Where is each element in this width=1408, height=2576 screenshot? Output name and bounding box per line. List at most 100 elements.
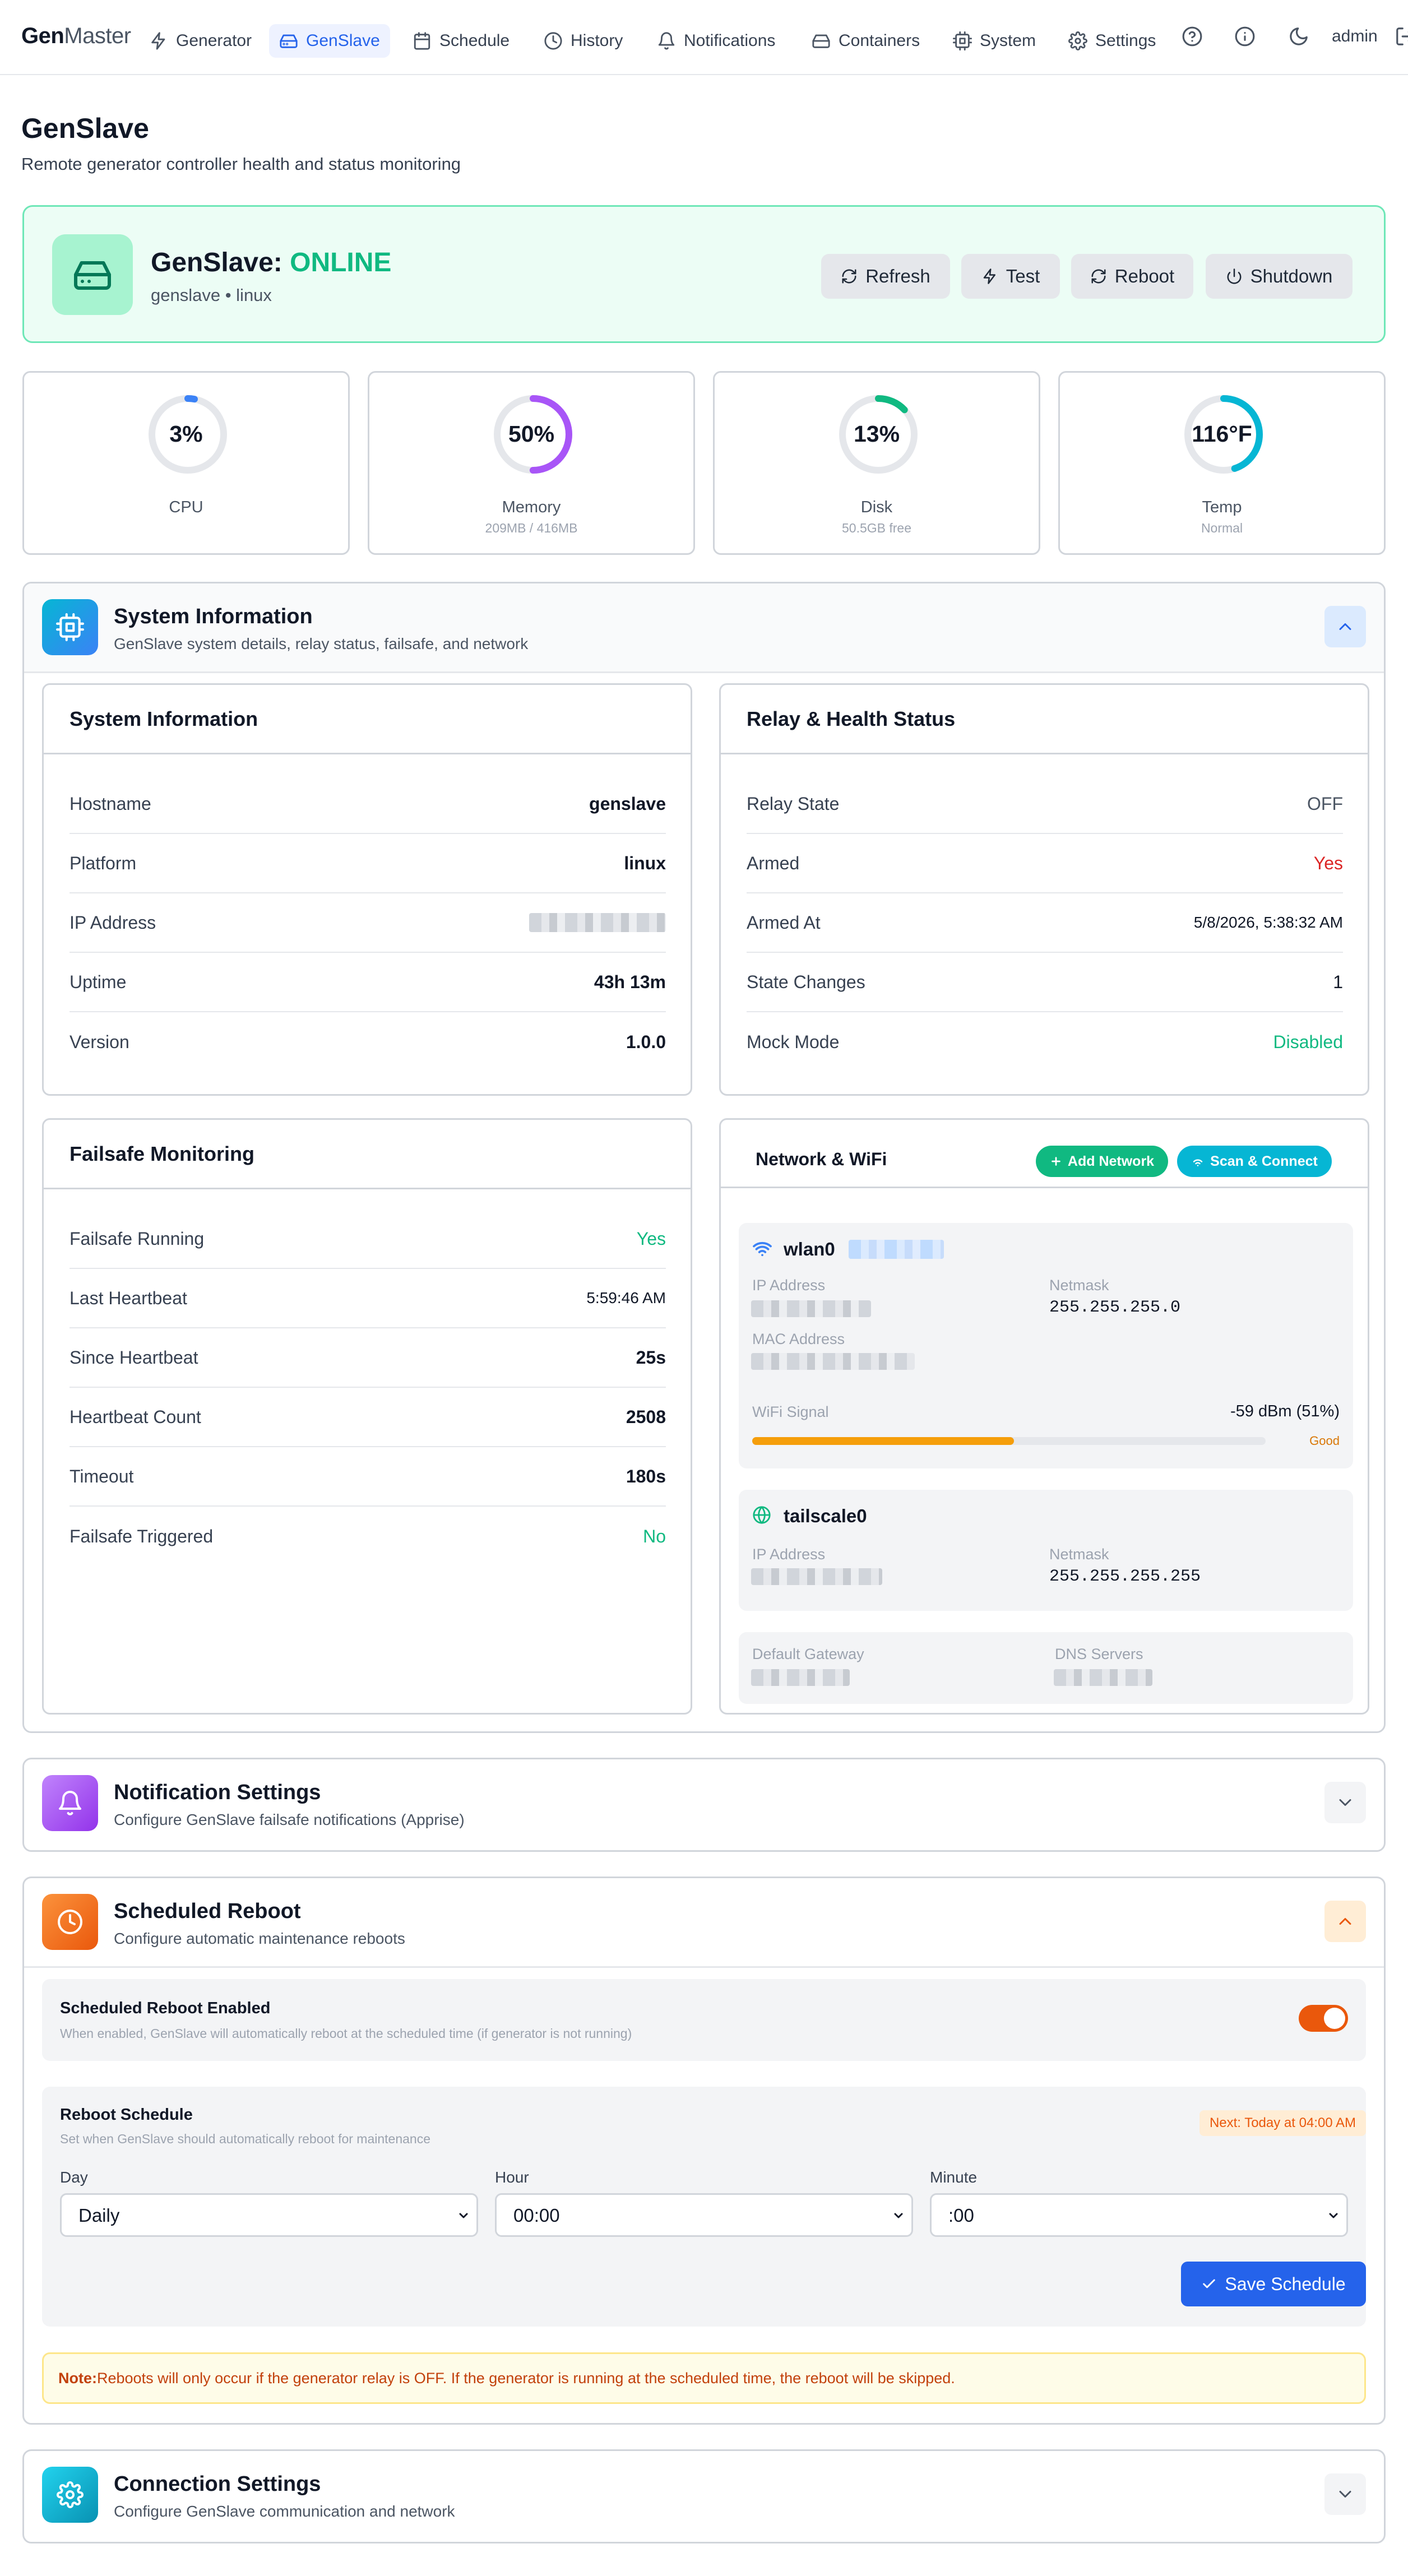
nav-item-schedule[interactable]: Schedule [402,24,520,58]
section-title: Connection Settings [114,2472,321,2496]
nav-item-generator[interactable]: Generator [139,24,262,58]
nav-item-containers[interactable]: Containers [802,24,930,58]
gear-icon-box [42,2467,98,2523]
scan-connect-button[interactable]: Scan & Connect [1177,1146,1332,1177]
signal-quality: Good [1309,1434,1340,1448]
logout-icon[interactable] [1395,26,1408,47]
card-title: Relay & Health Status [747,707,956,730]
scheduled-reboot-section: Scheduled Reboot Configure automatic mai… [22,1877,1386,2425]
minute-select[interactable]: :00 [930,2193,1348,2237]
signal-bar-fill [752,1437,1015,1445]
clock-icon [58,1910,82,1934]
gateway-redacted [751,1669,850,1686]
collapse-button[interactable] [1324,606,1366,647]
reboot-button[interactable]: Reboot [1071,254,1193,299]
system-section-header[interactable]: System Information GenSlave system detai… [24,583,1384,673]
cpu-value: 3% [169,421,203,447]
notification-settings-section: Notification Settings Configure GenSlave… [22,1758,1386,1852]
collapse-button[interactable] [1324,1901,1366,1942]
failsafe-triggered-value: No [643,1526,666,1546]
signal-bar-track [752,1437,1266,1445]
uptime-row: Uptime 43h 13m [70,953,666,1012]
wifi-signal-value: -59 dBm (51%) [1230,1402,1340,1420]
section-title: Scheduled Reboot [114,1899,301,1923]
nav-item-history[interactable]: History [534,24,633,58]
minute-label: Minute [930,2169,978,2186]
status-icon-box [52,234,133,315]
disk-sub: 50.5GB free [841,521,912,535]
wifi-icon [753,1241,772,1257]
day-select[interactable]: Daily [60,2193,478,2237]
mac-address-redacted [751,1353,915,1370]
expand-button[interactable] [1324,2473,1366,2515]
bell-icon [59,1791,81,1815]
heartbeat-count-row: Heartbeat Count 2508 [70,1388,666,1447]
help-icon[interactable] [1182,26,1203,47]
connection-settings-section: Connection Settings Configure GenSlave c… [22,2449,1386,2543]
hour-label: Hour [495,2169,529,2186]
tailscale0-interface: tailscale0 IP Address Netmask 255.255.25… [739,1490,1353,1611]
plus-icon [1052,1157,1060,1166]
dark-mode-icon[interactable] [1288,26,1309,47]
reboot-enabled-toggle[interactable] [1299,2005,1348,2032]
test-button[interactable]: Test [961,254,1060,299]
tailscale-netmask: 255.255.255.255 [1049,1567,1201,1586]
chevron-up-icon [1339,623,1351,630]
temp-sub: Normal [1201,521,1243,535]
save-schedule-button[interactable]: Save Schedule [1181,2262,1366,2306]
server-icon [812,34,830,48]
cpu-icon-box [42,599,98,655]
section-subtitle: GenSlave system details, relay status, f… [114,635,529,652]
relay-health-card: Relay & Health Status Relay State OFF Arm… [719,683,1369,1096]
reboot-section-header[interactable]: Scheduled Reboot Configure automatic mai… [24,1878,1384,1968]
reboot-enabled-title: Scheduled Reboot Enabled [60,1999,271,2017]
info-icon[interactable] [1234,26,1256,47]
reboot-note: Note: Reboots will only occur if the gen… [42,2352,1366,2404]
since-heartbeat-row: Since Heartbeat 25s [70,1328,666,1388]
nav-item-system[interactable]: System [943,24,1046,58]
bolt-icon [151,32,165,50]
section-subtitle: Configure GenSlave failsafe notification… [114,1811,465,1828]
system-information-section: System Information GenSlave system detai… [22,582,1386,1733]
failsafe-running-row: Failsafe Running Yes [70,1210,666,1269]
armed-row: Armed Yes [747,834,1343,893]
refresh-icon [1091,269,1106,284]
status-card: GenSlave: ONLINE genslave • linux Refres… [22,205,1386,343]
dns-redacted [1054,1669,1152,1686]
interface-name: wlan0 [784,1239,835,1259]
check-icon [1203,2279,1216,2288]
shutdown-button[interactable]: Shutdown [1206,254,1353,299]
hour-select[interactable]: 00:00 [495,2193,913,2237]
drive-icon [280,34,298,48]
reboot-enabled-box: Scheduled Reboot Enabled When enabled, G… [42,1979,1366,2061]
chevron-down-icon [1339,1799,1351,1806]
expand-button[interactable] [1324,1782,1366,1823]
gear-icon [1068,31,1087,50]
uptime-value: 43h 13m [594,971,666,992]
mock-mode-value: Disabled [1273,1031,1343,1052]
nav-item-notifications[interactable]: Notifications [647,24,785,58]
connection-section-header[interactable]: Connection Settings Configure GenSlave c… [24,2451,1384,2541]
bell-icon [658,32,675,50]
system-info-card: System Information Hostname genslave Plat… [42,683,692,1096]
chevron-down-icon [1329,2213,1338,2218]
user-name[interactable]: admin [1332,27,1378,46]
page-title: GenSlave [21,113,149,144]
state-changes-value: 1 [1333,971,1343,992]
nav-item-genslave[interactable]: GenSlave [269,24,390,58]
refresh-button[interactable]: Refresh [821,254,950,299]
wifi-icon [1193,1159,1203,1166]
section-subtitle: Configure automatic maintenance reboots [114,1930,405,1947]
nav-item-settings[interactable]: Settings [1058,24,1166,58]
disk-value: 13% [853,421,900,447]
card-title: Failsafe Monitoring [70,1142,255,1165]
chevron-down-icon [459,2213,468,2218]
interface-name: tailscale0 [784,1505,867,1526]
cpu-gauge-card: 3% CPU [22,371,350,555]
top-navigation: GenMaster Generator GenSlave Schedule Hi… [0,0,1408,75]
notification-section-header[interactable]: Notification Settings Configure GenSlave… [24,1759,1384,1849]
day-label: Day [60,2169,88,2186]
app-logo[interactable]: GenMaster [21,24,131,49]
clock-icon [544,32,562,50]
add-network-button[interactable]: Add Network [1036,1146,1168,1177]
